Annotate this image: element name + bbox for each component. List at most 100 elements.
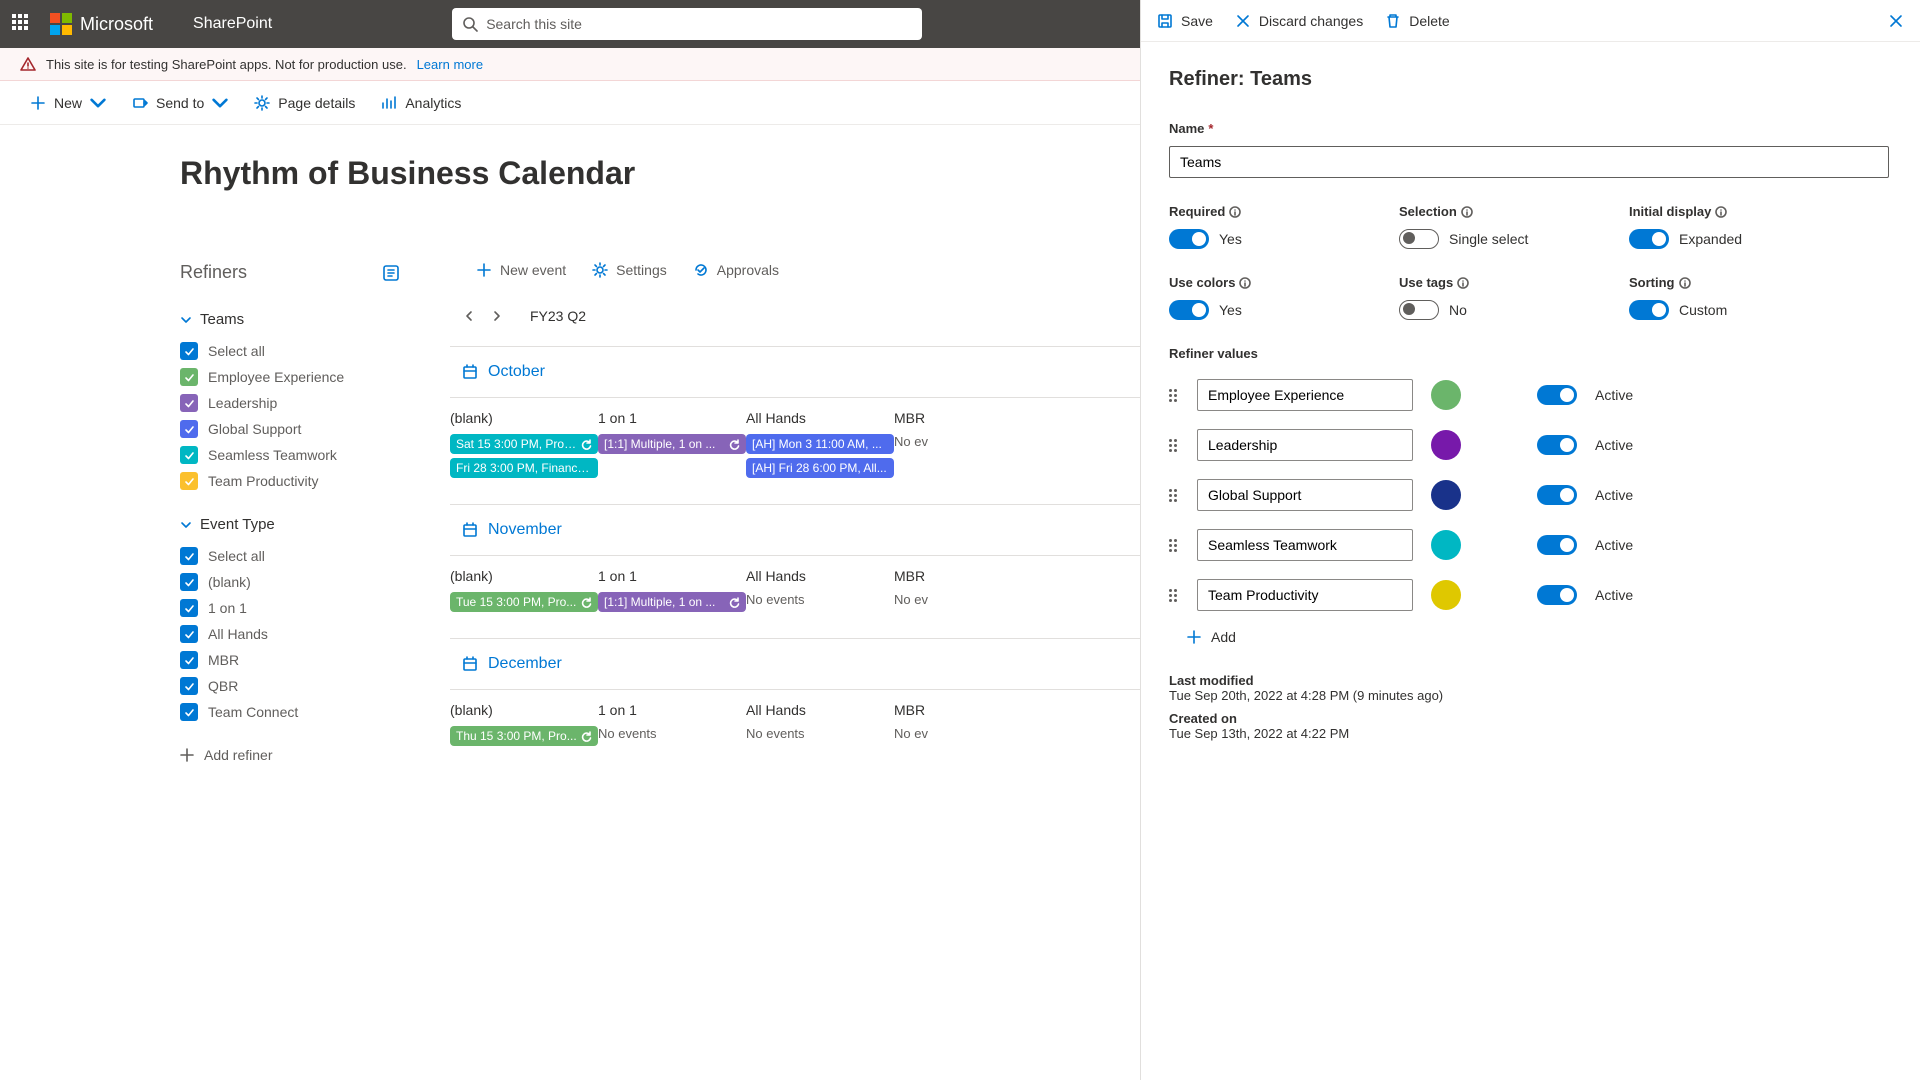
active-toggle[interactable] [1537, 535, 1577, 555]
refiner-item-label: MBR [208, 652, 239, 668]
selection-toggle[interactable] [1399, 229, 1439, 249]
discard-button[interactable]: Discard changes [1235, 13, 1363, 29]
save-button[interactable]: Save [1157, 13, 1213, 29]
event-chip[interactable]: Sat 15 3:00 PM, Prod... [450, 434, 598, 454]
refiner-item[interactable]: 1 on 1 [180, 599, 400, 617]
refiner-item[interactable]: Select all [180, 342, 400, 360]
color-swatch[interactable] [1431, 380, 1461, 410]
chevron-down-icon [180, 519, 192, 531]
checkbox-icon [180, 703, 198, 721]
send-to-label: Send to [156, 95, 204, 111]
recur-icon [729, 597, 740, 608]
refiner-item[interactable]: Seamless Teamwork [180, 446, 400, 464]
brand-label: Microsoft [80, 14, 153, 35]
no-events-label: No ev [894, 434, 954, 449]
refiner-item[interactable]: All Hands [180, 625, 400, 643]
refiner-item[interactable]: Team Connect [180, 703, 400, 721]
event-chip[interactable]: [AH] Mon 3 11:00 AM, ... [746, 434, 894, 454]
refiner-item-label: 1 on 1 [208, 600, 247, 616]
checkbox-icon [180, 677, 198, 695]
new-event-label: New event [500, 262, 566, 278]
refiner-item[interactable]: Select all [180, 547, 400, 565]
created-label: Created on [1169, 711, 1892, 726]
initial-display-toggle[interactable] [1629, 229, 1669, 249]
refiner-group-header[interactable]: Event Type [180, 516, 400, 533]
color-swatch[interactable] [1431, 580, 1461, 610]
add-value-label: Add [1211, 629, 1236, 645]
checkbox-icon [180, 599, 198, 617]
discard-label: Discard changes [1259, 13, 1363, 29]
active-label: Active [1595, 387, 1633, 403]
name-input[interactable] [1169, 146, 1889, 178]
drag-handle-icon[interactable] [1169, 489, 1179, 502]
settings-button[interactable]: Settings [592, 262, 667, 278]
color-swatch[interactable] [1431, 480, 1461, 510]
drag-handle-icon[interactable] [1169, 539, 1179, 552]
add-value-button[interactable]: Add [1187, 629, 1892, 645]
refiner-value-input[interactable] [1197, 429, 1413, 461]
color-swatch[interactable] [1431, 530, 1461, 560]
refiner-item[interactable]: Employee Experience [180, 368, 400, 386]
event-chip[interactable]: [AH] Fri 28 6:00 PM, All... [746, 458, 894, 478]
send-to-button[interactable]: Send to [132, 95, 228, 111]
active-toggle[interactable] [1537, 435, 1577, 455]
panel-close-icon[interactable] [1888, 13, 1904, 29]
app-launcher-icon[interactable] [12, 14, 32, 34]
approvals-button[interactable]: Approvals [693, 262, 779, 278]
drag-handle-icon[interactable] [1169, 389, 1179, 402]
event-chip[interactable]: Fri 28 3:00 PM, Financia... [450, 458, 598, 478]
refiner-value-row: Active [1169, 579, 1892, 611]
checkbox-icon [180, 651, 198, 669]
next-period-icon[interactable] [490, 309, 504, 323]
page-details-button[interactable]: Page details [254, 95, 355, 111]
calendar-icon [462, 364, 478, 380]
selection-value: Single select [1449, 231, 1528, 247]
refiner-item[interactable]: Team Productivity [180, 472, 400, 490]
refiner-value-input[interactable] [1197, 479, 1413, 511]
notice-link[interactable]: Learn more [417, 57, 483, 72]
event-chip[interactable]: Tue 15 3:00 PM, Pro... [450, 592, 598, 612]
add-refiner-button[interactable]: Add refiner [180, 747, 400, 763]
refiner-item[interactable]: QBR [180, 677, 400, 695]
info-icon [1679, 277, 1691, 289]
refiner-item[interactable]: MBR [180, 651, 400, 669]
refiner-value-input[interactable] [1197, 529, 1413, 561]
drag-handle-icon[interactable] [1169, 589, 1179, 602]
refiner-value-input[interactable] [1197, 579, 1413, 611]
refiner-item-label: (blank) [208, 574, 251, 590]
color-swatch[interactable] [1431, 430, 1461, 460]
active-toggle[interactable] [1537, 385, 1577, 405]
search-input[interactable]: Search this site [452, 8, 922, 40]
refiner-value-input[interactable] [1197, 379, 1413, 411]
info-icon [1229, 206, 1241, 218]
use-colors-toggle[interactable] [1169, 300, 1209, 320]
microsoft-logo-icon [50, 13, 72, 35]
new-button[interactable]: New [30, 95, 106, 111]
edit-refiners-icon[interactable] [382, 264, 400, 282]
active-toggle[interactable] [1537, 585, 1577, 605]
analytics-button[interactable]: Analytics [381, 95, 461, 111]
no-events-label: No events [746, 726, 894, 741]
event-chip[interactable]: [1:1] Multiple, 1 on ... [598, 434, 746, 454]
no-events-label: No ev [894, 592, 954, 607]
sorting-toggle[interactable] [1629, 300, 1669, 320]
use-tags-toggle[interactable] [1399, 300, 1439, 320]
active-toggle[interactable] [1537, 485, 1577, 505]
delete-label: Delete [1409, 13, 1449, 29]
delete-button[interactable]: Delete [1385, 13, 1449, 29]
checkbox-icon [180, 368, 198, 386]
refiner-item-label: Global Support [208, 421, 301, 437]
refiner-item[interactable]: Leadership [180, 394, 400, 412]
required-toggle[interactable] [1169, 229, 1209, 249]
refiner-item[interactable]: Global Support [180, 420, 400, 438]
column-header: MBR [894, 568, 954, 584]
refiner-item[interactable]: (blank) [180, 573, 400, 591]
event-chip[interactable]: Thu 15 3:00 PM, Pro... [450, 726, 598, 746]
refiner-group-header[interactable]: Teams [180, 311, 400, 328]
event-chip[interactable]: [1:1] Multiple, 1 on ... [598, 592, 746, 612]
prev-period-icon[interactable] [462, 309, 476, 323]
month-name: October [488, 363, 545, 381]
drag-handle-icon[interactable] [1169, 439, 1179, 452]
new-event-button[interactable]: New event [476, 262, 566, 278]
sorting-label: Sorting [1629, 275, 1799, 290]
